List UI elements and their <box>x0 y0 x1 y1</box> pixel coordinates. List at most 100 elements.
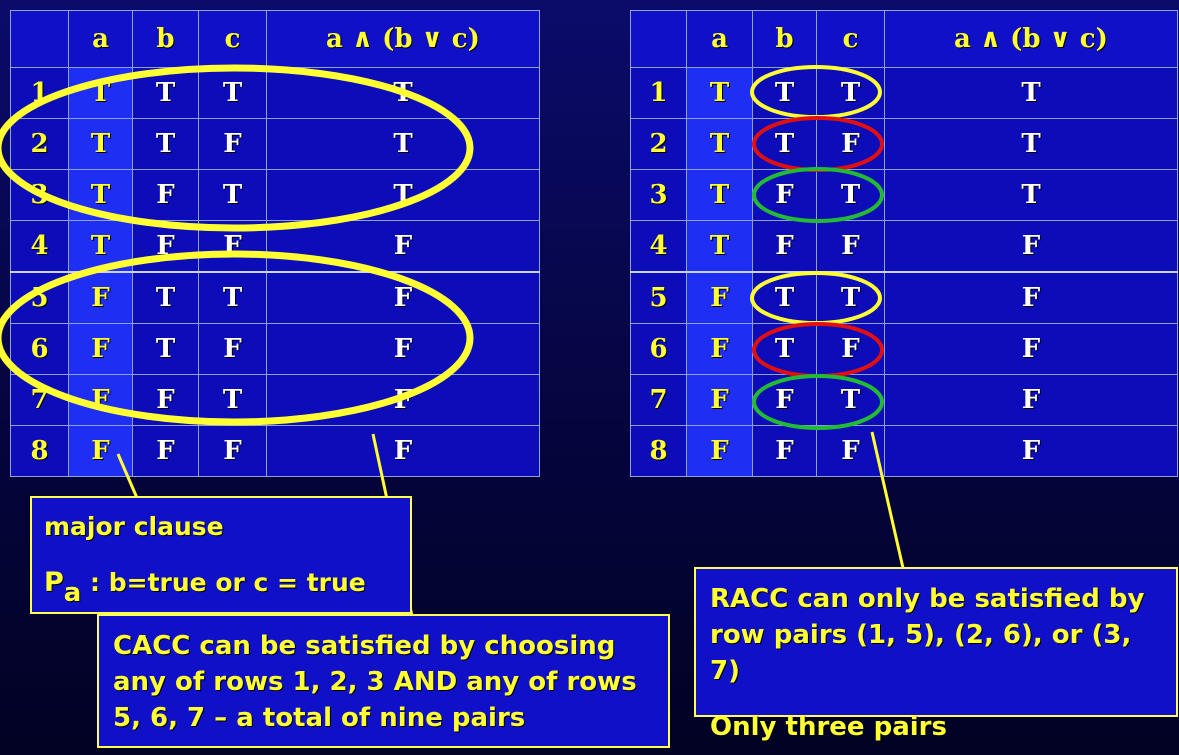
cell-b: T <box>752 271 817 324</box>
major-clause-title: major clause <box>44 512 224 541</box>
cell-c: F <box>198 118 267 170</box>
row-number: 7 <box>10 374 69 426</box>
cell-c: F <box>198 323 267 375</box>
major-clause-callout: major clause Pa : b=true or c = true <box>30 496 412 614</box>
cell-result: F <box>266 425 540 477</box>
racc-line-2: row pairs (1, 5), (2, 6), or (3, 7) <box>710 620 1132 686</box>
predicate-subscript: a <box>63 578 82 608</box>
cell-c: T <box>816 271 885 324</box>
header-rownum <box>630 10 687 68</box>
cell-c: T <box>816 67 885 119</box>
header-row: a b c a ∧ (b ∨ c) <box>10 10 540 68</box>
cell-b: T <box>752 323 817 375</box>
row-number: 4 <box>10 220 69 273</box>
table-row: 1TTTT <box>630 67 1178 119</box>
cell-a: F <box>686 323 753 375</box>
header-b: b <box>752 10 817 68</box>
cell-result: F <box>884 220 1178 273</box>
cell-a: F <box>68 323 133 375</box>
table-row: 8FFFF <box>10 425 540 477</box>
row-number: 3 <box>10 169 69 221</box>
cell-c: F <box>816 220 885 273</box>
cacc-callout: CACC can be satisfied by choosing any of… <box>97 614 670 748</box>
cell-a: F <box>68 425 133 477</box>
cell-a: F <box>68 374 133 426</box>
cell-a: T <box>686 67 753 119</box>
cell-result: F <box>266 374 540 426</box>
cell-result: F <box>884 425 1178 477</box>
cacc-line-1: CACC can be satisfied by choosing <box>113 631 616 661</box>
header-c: c <box>198 10 267 68</box>
row-number: 8 <box>630 425 687 477</box>
table-row: 4TFFF <box>630 220 1178 273</box>
table-row: 6FTFF <box>10 323 540 375</box>
cell-c: T <box>198 67 267 119</box>
cell-a: T <box>68 118 133 170</box>
cell-result: F <box>884 374 1178 426</box>
row-number: 2 <box>630 118 687 170</box>
predicate-p: P <box>44 567 64 598</box>
table-row: 5FTTF <box>630 271 1178 324</box>
cell-a: F <box>686 271 753 324</box>
header-a: a <box>68 10 133 68</box>
racc-callout: RACC can only be satisfied by row pairs … <box>694 567 1178 742</box>
cell-b: F <box>132 425 199 477</box>
cell-b: F <box>132 169 199 221</box>
cell-result: T <box>266 67 540 119</box>
cacc-line-3: 5, 6, 7 – a total of nine pairs <box>113 703 526 733</box>
cacc-line-2: any of rows 1, 2, 3 AND any of rows <box>113 667 637 697</box>
row-number: 7 <box>630 374 687 426</box>
cell-b: T <box>132 67 199 119</box>
cell-a: F <box>686 425 753 477</box>
cell-c: T <box>816 169 885 221</box>
cell-c: F <box>198 425 267 477</box>
cell-c: T <box>198 271 267 324</box>
row-number: 3 <box>630 169 687 221</box>
cell-c: F <box>816 323 885 375</box>
cell-a: T <box>686 169 753 221</box>
cell-result: F <box>266 323 540 375</box>
cell-b: F <box>752 374 817 426</box>
cell-result: T <box>884 67 1178 119</box>
cell-result: T <box>884 169 1178 221</box>
header-a: a <box>686 10 753 68</box>
cell-result: F <box>266 220 540 273</box>
cell-a: T <box>686 220 753 273</box>
header-rownum <box>10 10 69 68</box>
cell-b: F <box>132 220 199 273</box>
table-row: 1TTTT <box>10 67 540 119</box>
table-row: 3TFTT <box>10 169 540 221</box>
cell-a: F <box>686 374 753 426</box>
table-row: 2TTFT <box>10 118 540 170</box>
cell-b: F <box>752 220 817 273</box>
table-row: 3TFTT <box>630 169 1178 221</box>
table-row: 5FTTF <box>10 271 540 324</box>
row-number: 1 <box>10 67 69 119</box>
cell-result: T <box>884 118 1178 170</box>
cell-c: F <box>198 220 267 273</box>
header-c: c <box>816 10 885 68</box>
major-clause-condition: Pa : b=true or c = true <box>44 567 398 608</box>
row-number: 1 <box>630 67 687 119</box>
left-truth-table: a b c a ∧ (b ∨ c) 1TTTT 2TTFT 3TFTT 4TFF… <box>10 10 540 477</box>
cell-c: T <box>198 169 267 221</box>
row-number: 6 <box>10 323 69 375</box>
row-number: 5 <box>630 271 687 324</box>
header-b: b <box>132 10 199 68</box>
cell-b: F <box>752 169 817 221</box>
header-expression: a ∧ (b ∨ c) <box>884 10 1178 68</box>
racc-line-3: Only three pairs <box>710 712 947 742</box>
table-row: 7FFTF <box>10 374 540 426</box>
row-number: 5 <box>10 271 69 324</box>
predicate-text: : b=true or c = true <box>81 568 366 597</box>
cell-result: F <box>884 323 1178 375</box>
table-row: 4TFFF <box>10 220 540 273</box>
cell-b: T <box>132 271 199 324</box>
cell-result: F <box>266 271 540 324</box>
cell-c: T <box>816 374 885 426</box>
cell-b: T <box>752 67 817 119</box>
racc-line-1: RACC can only be satisfied by <box>710 584 1145 614</box>
table-row: 6FTFF <box>630 323 1178 375</box>
row-number: 6 <box>630 323 687 375</box>
row-number: 8 <box>10 425 69 477</box>
